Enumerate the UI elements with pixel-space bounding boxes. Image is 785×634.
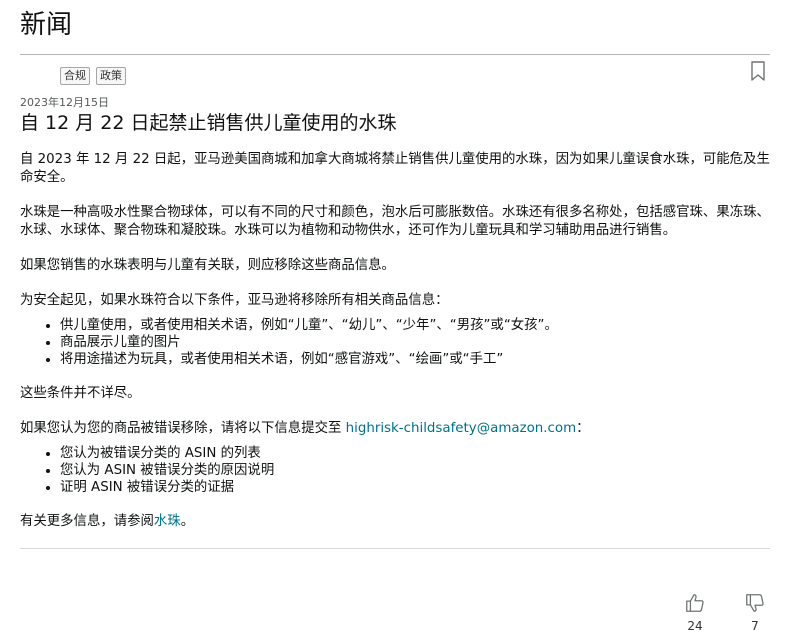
feedback-bar: 24 7 (680, 592, 770, 633)
contact-prefix: 如果您认为您的商品被错误移除，请将以下信息提交至 (20, 421, 346, 436)
contact-suffix: ： (576, 421, 590, 436)
list-item: 商品展示儿童的图片 (60, 334, 770, 351)
list-item: 将用途描述为玩具，或者使用相关术语，例如“感官游戏”、“绘画”或“手工” (60, 351, 770, 368)
email-link[interactable]: highrisk-childsafety@amazon.com (346, 421, 577, 436)
more-suffix: 。 (180, 514, 195, 529)
more-prefix: 有关更多信息，请参阅 (20, 514, 154, 529)
article-paragraph-contact: 如果您认为您的商品被错误移除，请将以下信息提交至 highrisk-childs… (20, 420, 770, 438)
article-paragraph-definition: 水珠是一种高吸水性聚合物球体，可以有不同的尺寸和颜色，泡水后可膨胀数倍。水珠还有… (20, 205, 770, 238)
article-title: 自 12 月 22 日起禁止销售供儿童使用的水珠 (20, 112, 397, 134)
article-paragraph-conditions-intro: 为安全起见，如果水珠符合以下条件，亚马逊将移除所有相关商品信息： (20, 293, 449, 308)
dislike-count: 7 (751, 619, 759, 633)
tag-list: 合规 政策 (60, 67, 126, 85)
list-item: 证明 ASIN 被错误分类的证据 (60, 479, 770, 496)
thumbs-down-icon (744, 592, 766, 618)
tag-compliance[interactable]: 合规 (60, 67, 90, 85)
dislike-button[interactable]: 7 (740, 592, 770, 633)
tag-row: 合规 政策 (20, 55, 770, 95)
news-page: 新闻 合规 政策 2023年12月15日 自 12 月 22 日起禁止销售供儿童… (20, 0, 770, 549)
conditions-list: 供儿童使用，或者使用相关术语，例如“儿童”、“幼儿”、“少年”、“男孩”或“女孩… (20, 317, 770, 368)
thumbs-up-icon (684, 592, 706, 618)
bookmark-icon[interactable] (750, 61, 766, 81)
article-date: 2023年12月15日 (20, 96, 109, 109)
list-item: 您认为 ASIN 被错误分类的原因说明 (60, 462, 770, 479)
list-item: 供儿童使用，或者使用相关术语，例如“儿童”、“幼儿”、“少年”、“男孩”或“女孩… (60, 317, 770, 334)
like-count: 24 (687, 619, 703, 633)
article-paragraph-not-exhaustive: 这些条件并不详尽。 (20, 386, 141, 401)
list-item: 您认为被错误分类的 ASIN 的列表 (60, 445, 770, 462)
page-title: 新闻 (20, 10, 73, 40)
water-beads-link[interactable]: 水珠 (154, 514, 181, 529)
footer-divider (20, 548, 770, 549)
tag-policy[interactable]: 政策 (96, 67, 126, 85)
like-button[interactable]: 24 (680, 592, 710, 633)
article-paragraph-intro: 自 2023 年 12 月 22 日起，亚马逊美国商城和加拿大商城将禁止销售供儿… (20, 152, 770, 185)
article-paragraph-more-info: 有关更多信息，请参阅水珠。 (20, 513, 770, 531)
article-paragraph-removal: 如果您销售的水珠表明与儿童有关联，则应移除这些商品信息。 (20, 258, 395, 273)
info-list: 您认为被错误分类的 ASIN 的列表 您认为 ASIN 被错误分类的原因说明 证… (20, 445, 770, 496)
